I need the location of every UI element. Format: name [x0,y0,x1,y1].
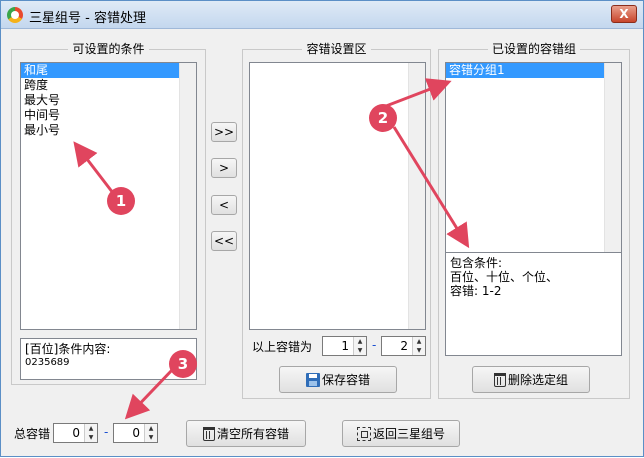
add-all-button[interactable]: >> [211,122,237,142]
group-detail-box: 包含条件: 百位、十位、个位、 容错: 1-2 [445,252,622,356]
condition-detail-value: 0235689 [25,357,70,368]
condition-item-hewei[interactable]: 和尾 [21,63,196,78]
trash-icon [493,372,506,387]
tolerance-min-stepper[interactable]: 1 ▲ ▼ [322,336,367,356]
tolerance-max-stepper[interactable]: 2 ▲ ▼ [381,336,426,356]
group-detail-tolerance: 容错: 1-2 [450,284,502,298]
spin-up-icon[interactable]: ▲ [354,337,366,346]
callout-badge-1: 1 [107,187,135,215]
total-range-dash: - [104,425,109,439]
spin-up-icon[interactable]: ▲ [145,424,157,433]
configured-groups-group: 已设置的容错组 容错分组1 包含条件: 百位、十位、个位、 容错: 1-2 删除… [438,42,630,399]
total-tolerance-label: 总容错 [14,427,51,441]
total-max-value: 0 [132,426,140,440]
total-min-value: 0 [72,426,80,440]
range-dash: - [372,338,377,352]
callout-badge-2: 2 [369,104,397,132]
conditions-scrollbar[interactable] [179,63,196,329]
groups-scrollbar[interactable] [604,63,621,257]
condition-item-min[interactable]: 最小号 [21,123,196,138]
remove-button[interactable]: < [211,195,237,215]
back-to-group-label: 返回三星组号 [372,427,445,441]
condition-item-kuadu[interactable]: 跨度 [21,78,196,93]
available-conditions-group: 可设置的条件 和尾 跨度 最大号 中间号 最小号 [百位]条件内容: 02356… [11,42,206,385]
tolerance-settings-title: 容错设置区 [302,42,371,56]
delete-group-label: 删除选定组 [507,373,568,387]
total-min-stepper[interactable]: 0 ▲ ▼ [53,423,98,443]
available-conditions-title: 可设置的条件 [68,42,149,56]
frame-icon [356,426,371,441]
title-bar: 三星组号 - 容错处理 X [1,1,643,29]
tolerance-group-item[interactable]: 容错分组1 [446,63,604,78]
condition-item-mid[interactable]: 中间号 [21,108,196,123]
total-max-stepper[interactable]: 0 ▲ ▼ [113,423,158,443]
group-detail-positions: 百位、十位、个位、 [450,270,559,284]
group-detail-title: 包含条件: [450,256,503,270]
configured-groups-title: 已设置的容错组 [487,42,580,56]
main-window: 三星组号 - 容错处理 X 可设置的条件 和尾 跨度 最大号 中间号 最小号 [… [0,0,644,457]
spin-down-icon[interactable]: ▼ [85,433,97,442]
save-tolerance-label: 保存容错 [321,373,370,387]
tolerance-min-value: 1 [341,339,349,353]
window-title: 三星组号 - 容错处理 [29,11,146,26]
condition-item-max[interactable]: 最大号 [21,93,196,108]
condition-detail-title: [百位]条件内容: [25,342,111,356]
tolerance-scrollbar[interactable] [408,63,425,329]
add-button[interactable]: > [211,158,237,178]
delete-group-button[interactable]: 删除选定组 [472,366,590,393]
callout-badge-3: 3 [169,350,197,378]
back-to-group-button[interactable]: 返回三星组号 [342,420,460,447]
spin-down-icon[interactable]: ▼ [413,346,425,355]
save-tolerance-button[interactable]: 保存容错 [279,366,397,393]
tolerance-max-value: 2 [400,339,408,353]
spin-down-icon[interactable]: ▼ [145,433,157,442]
app-logo-icon [7,7,23,23]
close-button[interactable]: X [611,5,637,23]
clear-all-tolerance-button[interactable]: 清空所有容错 [186,420,306,447]
tolerance-label: 以上容错为 [252,340,313,354]
tolerance-conditions-list[interactable] [249,62,426,330]
spin-down-icon[interactable]: ▼ [354,346,366,355]
tolerance-settings-group: 容错设置区 以上容错为 1 ▲ ▼ - 2 ▲ ▼ 保存容错 [242,42,431,399]
save-icon [305,372,320,387]
configured-groups-list[interactable]: 容错分组1 [445,62,622,258]
trash-icon [202,426,215,441]
remove-all-button[interactable]: << [211,231,237,251]
spin-up-icon[interactable]: ▲ [413,337,425,346]
clear-all-label: 清空所有容错 [216,427,289,441]
spin-up-icon[interactable]: ▲ [85,424,97,433]
